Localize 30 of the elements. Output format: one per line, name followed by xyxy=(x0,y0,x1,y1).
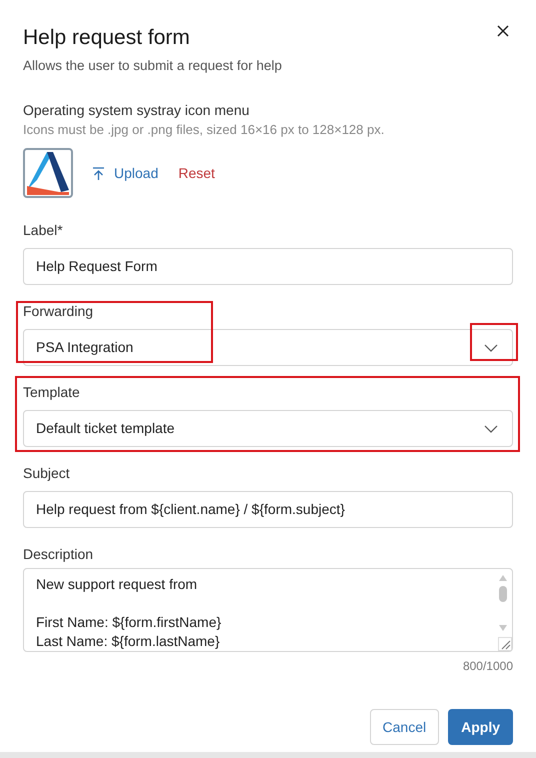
chevron-down-icon xyxy=(484,424,498,433)
upload-button[interactable]: Upload xyxy=(93,162,158,184)
dialog-subtitle: Allows the user to submit a request for help xyxy=(23,57,283,75)
section-hint: Icons must be .jpg or .png files, sized 16×16 px to 128×128 px. xyxy=(23,121,386,140)
field-label: Subject xyxy=(23,464,71,482)
field-label: Forwarding xyxy=(23,302,94,320)
text-field[interactable]: Help request from ${client.name} / ${form.subject} xyxy=(23,491,513,528)
highlight-frame xyxy=(470,323,518,361)
section-title: Operating system systray icon menu xyxy=(23,101,250,120)
dialog-title: Help request form xyxy=(23,25,190,51)
resize-handle-icon[interactable] xyxy=(498,637,512,652)
field-label: Label* xyxy=(23,221,64,240)
scrollbar-thumb[interactable] xyxy=(499,586,507,602)
upload-icon xyxy=(93,166,104,180)
text-field[interactable]: Help Request Form xyxy=(23,248,513,286)
field-label: Description xyxy=(23,545,94,564)
description-text: New support request from First Name: ${form.firstName} Last Name: ${form.lastName} xyxy=(36,575,222,652)
field-label: Template xyxy=(23,383,81,402)
description-field[interactable]: New support request from First Name: ${form.firstName} Last Name: ${form.lastName} xyxy=(23,568,513,652)
scroll-down-icon[interactable] xyxy=(499,625,507,632)
dropdown-field[interactable]: Default ticket template xyxy=(23,410,513,448)
cancel-button[interactable]: Cancel xyxy=(370,709,440,746)
scroll-up-icon[interactable] xyxy=(499,575,507,582)
app-logo-icon xyxy=(23,148,73,198)
reset-button[interactable]: Reset xyxy=(178,162,215,184)
apply-button[interactable]: Apply xyxy=(448,709,513,746)
dropdown-field[interactable]: PSA Integration xyxy=(23,329,513,366)
close-icon[interactable] xyxy=(497,25,509,37)
chevron-down-icon xyxy=(484,344,498,352)
character-counter: 800/1000 xyxy=(462,658,513,676)
